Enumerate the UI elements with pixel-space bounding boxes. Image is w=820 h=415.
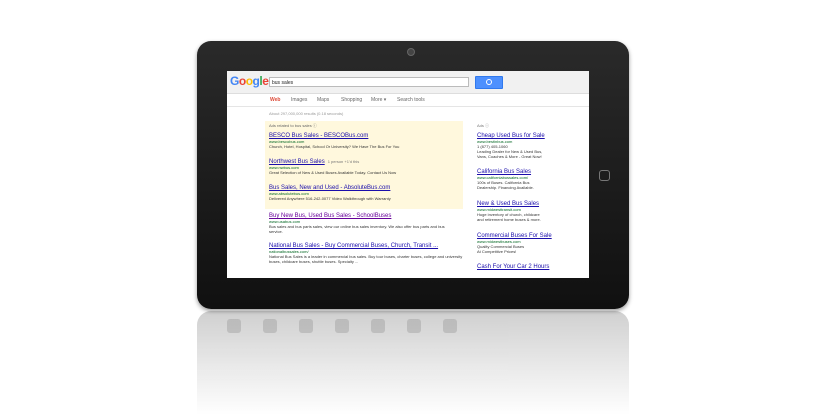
app-icon	[263, 319, 277, 333]
side-ad-line: At Competitive Prices!	[477, 249, 517, 254]
result-snippet: Delivered Anywhere 516-242-0077 Video Wa…	[269, 196, 391, 201]
google-logo[interactable]: Google	[230, 74, 269, 88]
side-ad-line: Dealership. Financing Available.	[477, 185, 534, 190]
logo-letter: o	[245, 74, 253, 88]
result-stats: About 297,000,000 results (0.18 seconds)	[269, 111, 344, 116]
result-snippet: National Bus Sales is a leader in commer…	[269, 254, 463, 264]
search-icon	[486, 79, 492, 85]
tab-maps[interactable]: Maps	[317, 97, 329, 103]
side-ad-line: and retirement home buses & more.	[477, 217, 541, 222]
tablet-reflection	[197, 311, 629, 415]
side-ad: California Bus Sales www.californiabussa…	[477, 169, 587, 190]
logo-letter: e	[262, 74, 269, 88]
result-plusone-note: 1 person +1'd this	[327, 159, 360, 164]
search-result: Bus Sales, New and Used - AbsoluteBus.co…	[269, 185, 469, 201]
result-snippet: Great Selection of New & Used Buses Avai…	[269, 170, 397, 175]
search-tools-button[interactable]: Search tools	[397, 97, 425, 103]
tab-shopping[interactable]: Shopping	[341, 97, 362, 103]
app-icon	[335, 319, 349, 333]
search-result: BESCO Bus Sales - BESCOBus.com www.besco…	[269, 133, 469, 149]
app-icon	[443, 319, 457, 333]
search-button[interactable]	[475, 76, 503, 89]
search-result: Buy New Bus, Used Bus Sales - SchoolBuse…	[269, 213, 469, 234]
tab-images[interactable]: Images	[291, 97, 307, 103]
app-icon	[227, 319, 241, 333]
tab-web[interactable]: Web	[270, 97, 280, 103]
app-icon	[407, 319, 421, 333]
result-snippet: Bus sales and bus parts sales, view our …	[269, 224, 445, 234]
home-button[interactable]	[599, 170, 610, 181]
search-nav: Web Images Maps Shopping More ▾ Search t…	[227, 94, 589, 107]
browser-screen: Google bus sales Web Images Maps Shoppin…	[227, 71, 589, 278]
side-ad-line: Vans, Coaches & More - Great Now!	[477, 154, 542, 159]
side-ads-label: Ads ⓘ	[477, 123, 490, 128]
result-snippet: Church, Hotel, Hospital, School Or Unive…	[269, 144, 400, 149]
search-input[interactable]: bus sales	[269, 77, 469, 87]
logo-letter: o	[238, 74, 246, 88]
side-ad-title-link[interactable]: Cash For Your Car 2 Hours	[477, 264, 587, 270]
side-ad: New & Used Bus Sales www.midwesttransit.…	[477, 201, 587, 222]
tab-more[interactable]: More ▾	[371, 97, 386, 103]
ads-heading: Ads related to bus sales ⓘ	[269, 123, 317, 128]
logo-letter: G	[230, 74, 239, 88]
app-icon	[299, 319, 313, 333]
side-ad: Cash For Your Car 2 Hours	[477, 264, 587, 270]
side-ad: Commercial Buses For Sale www.midwestbus…	[477, 233, 587, 254]
tablet-frame: Google bus sales Web Images Maps Shoppin…	[197, 41, 629, 309]
app-icon	[371, 319, 385, 333]
search-result: National Bus Sales - Buy Commercial Buse…	[269, 243, 469, 264]
side-ad: Cheap Used Bus for Sale www.bestinbus.co…	[477, 133, 587, 159]
reflection-icons	[227, 319, 457, 333]
search-result: Northwest Bus Sales 1 person +1'd this ww…	[269, 159, 469, 175]
camera-icon	[407, 48, 415, 56]
search-header: Google bus sales	[227, 71, 589, 94]
